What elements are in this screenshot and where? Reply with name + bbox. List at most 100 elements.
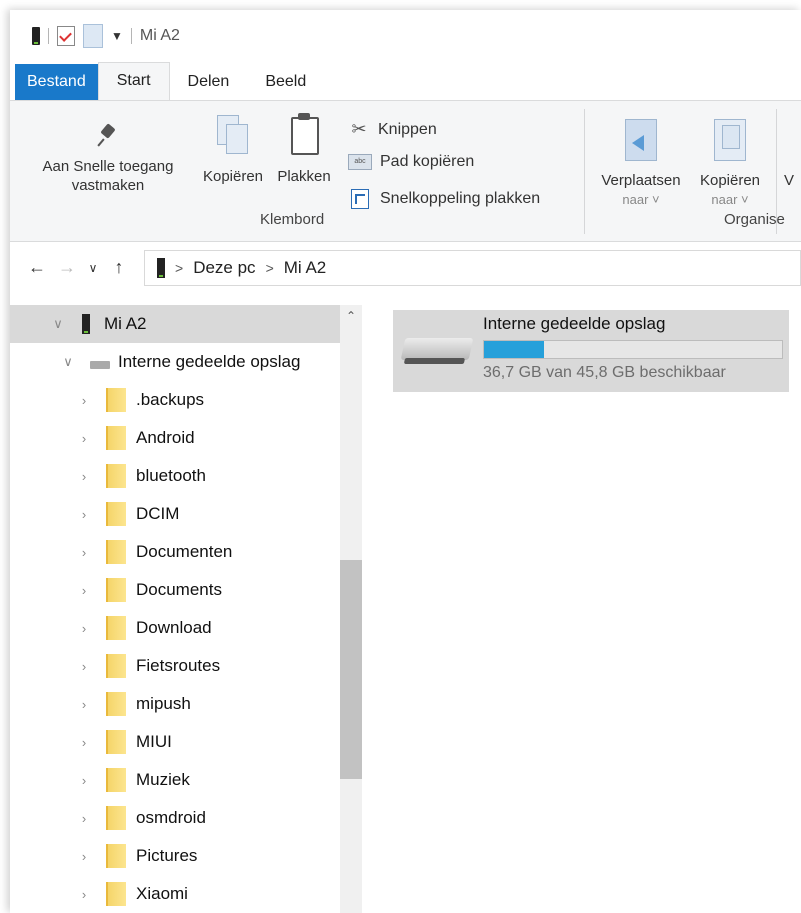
up-button[interactable]: ↑ (104, 257, 134, 278)
nav-item-folder[interactable]: › bluetooth (10, 457, 340, 495)
chevron-right-icon[interactable]: › (76, 735, 92, 750)
pin-quick-access-button[interactable]: Aan Snelle toegang vastmaken (22, 125, 194, 195)
nav-item-label: Interne gedeelde opslag (118, 352, 301, 371)
drive-icon (400, 338, 474, 360)
nav-item-label: MIUI (136, 732, 172, 751)
nav-item-folder[interactable]: › DCIM (10, 495, 340, 533)
paste-shortcut-label: Snelkoppeling plakken (380, 190, 541, 207)
copy-to-button[interactable]: Kopiëren naar ˅ (692, 119, 768, 209)
chevron-right-icon[interactable]: › (76, 811, 92, 826)
folder-icon (106, 540, 126, 564)
chevron-right-icon[interactable]: › (76, 773, 92, 788)
ribbon-tabs: Bestand Start Delen Beeld (10, 62, 801, 100)
properties-icon[interactable] (57, 26, 75, 46)
pin-label-line1: Aan Snelle toegang (42, 158, 174, 175)
pin-label-line2: vastmaken (71, 177, 145, 194)
paste-shortcut-button[interactable]: Snelkoppeling plakken (348, 189, 540, 209)
breadcrumb-mi-a2[interactable]: Mi A2 (284, 258, 327, 278)
chevron-right-icon[interactable]: › (76, 469, 92, 484)
address-bar[interactable]: > Deze pc > Mi A2 (144, 249, 801, 286)
copy-button[interactable]: Kopiëren (196, 115, 270, 186)
address-bar-row: ← → ∨ ↑ > Deze pc > Mi A2 (10, 240, 801, 295)
scrollbar-thumb[interactable] (340, 560, 362, 780)
nav-item-label: .backups (136, 390, 205, 409)
nav-item-folder[interactable]: › Documenten (10, 533, 340, 571)
tab-start[interactable]: Start (97, 62, 170, 100)
nav-item-label: osmdroid (136, 808, 206, 827)
breadcrumb-chevron-icon[interactable]: > (175, 260, 183, 276)
nav-item-folder[interactable]: › Fietsroutes (10, 647, 340, 685)
nav-item-folder[interactable]: › MIUI (10, 723, 340, 761)
nav-item-internal-storage[interactable]: ∨ Interne gedeelde opslag (10, 343, 340, 381)
phone-icon (157, 257, 165, 278)
navigation-pane: ∨ Mi A2 ∨ Interne gedeelde opslag › .back… (10, 305, 362, 913)
nav-item-folder[interactable]: › Documents (10, 571, 340, 609)
customize-qat-icon[interactable]: ▼ (111, 29, 123, 43)
chevron-right-icon[interactable]: › (76, 849, 92, 864)
nav-item-folder[interactable]: › Muziek (10, 761, 340, 799)
nav-item-label: Documenten (136, 542, 233, 561)
nav-item-folder[interactable]: › Download (10, 609, 340, 647)
chevron-down-icon[interactable]: ∨ (60, 354, 76, 370)
move-to-icon (621, 119, 661, 163)
recent-locations-button[interactable]: ∨ (82, 261, 104, 275)
nav-item-label: Mi A2 (104, 314, 147, 333)
chevron-right-icon[interactable]: › (76, 393, 92, 408)
nav-item-folder[interactable]: › Xiaomi (10, 875, 340, 913)
chevron-right-icon[interactable]: › (76, 697, 92, 712)
nav-item-label: mipush (136, 694, 191, 713)
new-folder-icon[interactable] (83, 24, 103, 48)
pin-icon (98, 125, 118, 145)
divider (48, 28, 49, 44)
move-to-button[interactable]: Verplaatsen naar ˅ (592, 119, 690, 209)
copy-to-icon (710, 119, 750, 163)
chevron-down-icon[interactable]: ∨ (50, 316, 66, 332)
back-button[interactable]: ← (22, 257, 52, 278)
folder-icon (106, 464, 126, 488)
nav-item-folder[interactable]: › Android (10, 419, 340, 457)
copy-path-icon: abc (348, 154, 372, 170)
nav-item-mi-a2[interactable]: ∨ Mi A2 (10, 305, 340, 343)
nav-item-folder[interactable]: › osmdroid (10, 799, 340, 837)
scroll-up-icon[interactable]: ⌃ (340, 309, 362, 323)
breadcrumb-this-pc[interactable]: Deze pc (193, 258, 255, 278)
chevron-right-icon[interactable]: › (76, 431, 92, 446)
chevron-right-icon[interactable]: › (76, 583, 92, 598)
folder-icon (106, 730, 126, 754)
chevron-right-icon[interactable]: › (76, 507, 92, 522)
cut-button[interactable]: ✂ Knippen (348, 119, 436, 140)
folder-icon (106, 882, 126, 906)
folder-icon (106, 806, 126, 830)
nav-item-folder[interactable]: › mipush (10, 685, 340, 723)
chevron-right-icon[interactable]: › (76, 887, 92, 902)
nav-item-folder[interactable]: › .backups (10, 381, 340, 419)
copy-path-button[interactable]: abc Pad kopiëren (348, 153, 474, 171)
nav-item-label: bluetooth (136, 466, 206, 485)
drive-tile[interactable]: Interne gedeelde opslag 36,7 GB van 45,8… (393, 310, 789, 392)
paste-button[interactable]: Plakken (272, 113, 336, 186)
nav-scrollbar[interactable]: ⌃ (340, 305, 362, 913)
nav-item-folder[interactable]: › Pictures (10, 837, 340, 875)
breadcrumb-chevron-icon[interactable]: > (266, 260, 274, 276)
next-ribbon-button[interactable]: V (784, 171, 801, 190)
chevron-right-icon[interactable]: › (76, 545, 92, 560)
folder-icon (106, 578, 126, 602)
copy-label: Kopiëren (202, 168, 264, 185)
chevron-right-icon[interactable]: › (76, 659, 92, 674)
explorer-window: ▼ Mi A2 Bestand Start Delen Beeld Aan Sn… (10, 10, 801, 913)
phone-icon (82, 314, 90, 334)
tab-share[interactable]: Delen (170, 64, 248, 100)
nav-item-label: DCIM (136, 504, 180, 523)
storage-usage-bar (483, 340, 783, 359)
storage-usage-fill (484, 341, 544, 358)
forward-button[interactable]: → (52, 257, 82, 278)
drive-name: Interne gedeelde opslag (483, 314, 666, 333)
nav-item-label: Download (136, 618, 212, 637)
folder-icon (106, 654, 126, 678)
folder-icon (106, 502, 126, 526)
nav-item-label: Pictures (136, 846, 198, 865)
tab-file[interactable]: Bestand (15, 64, 98, 100)
chevron-right-icon[interactable]: › (76, 621, 92, 636)
tab-view[interactable]: Beeld (247, 64, 324, 100)
folder-icon (106, 426, 126, 450)
